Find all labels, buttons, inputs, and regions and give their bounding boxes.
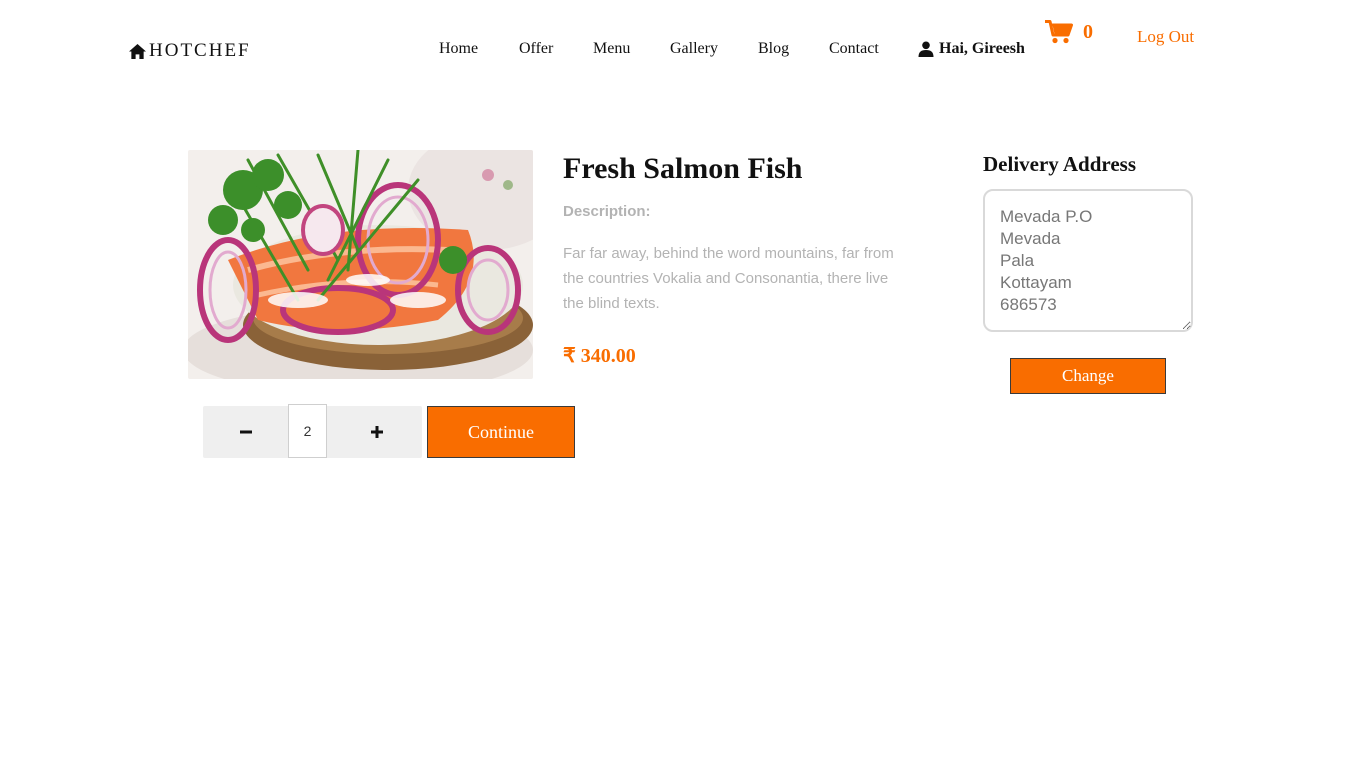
continue-button[interactable]: Continue [427,406,575,458]
change-address-button[interactable]: Change [1010,358,1166,394]
brand-name: HOTCHEF [149,40,251,61]
plus-icon [370,426,383,438]
product-image [188,150,533,379]
quantity-stepper [203,404,422,458]
user-icon [918,41,934,57]
product-description: Far far away, behind the word mountains,… [563,245,894,312]
brand-logo[interactable]: HOTCHEF [128,40,251,62]
product-title: Fresh Salmon Fish [563,152,803,185]
cart-icon [1045,20,1073,44]
quantity-input[interactable] [288,404,327,458]
nav-offer[interactable]: Offer [519,40,553,58]
decrease-quantity-button[interactable] [203,406,288,458]
nav-menu[interactable]: Menu [593,40,630,58]
nav-home[interactable]: Home [439,40,478,58]
product-price: ₹ 340.00 [563,345,636,367]
cart-link[interactable]: 0 [1045,20,1093,44]
user-name: Hai, Gireesh [939,40,1025,57]
logout-link[interactable]: Log Out [1137,27,1194,47]
nav-blog[interactable]: Blog [758,40,789,58]
nav-contact[interactable]: Contact [829,40,879,58]
home-icon [129,43,146,59]
increase-quantity-button[interactable] [331,406,422,458]
cart-count: 0 [1083,20,1093,43]
nav-gallery[interactable]: Gallery [670,40,718,58]
delivery-address-title: Delivery Address [983,152,1137,176]
user-greeting[interactable]: Hai, Gireesh [918,40,1025,58]
minus-icon [239,430,252,434]
description-label: Description: [563,203,651,220]
delivery-address-field[interactable]: Mevada P.O Mevada Pala Kottayam 686573 [983,189,1193,332]
